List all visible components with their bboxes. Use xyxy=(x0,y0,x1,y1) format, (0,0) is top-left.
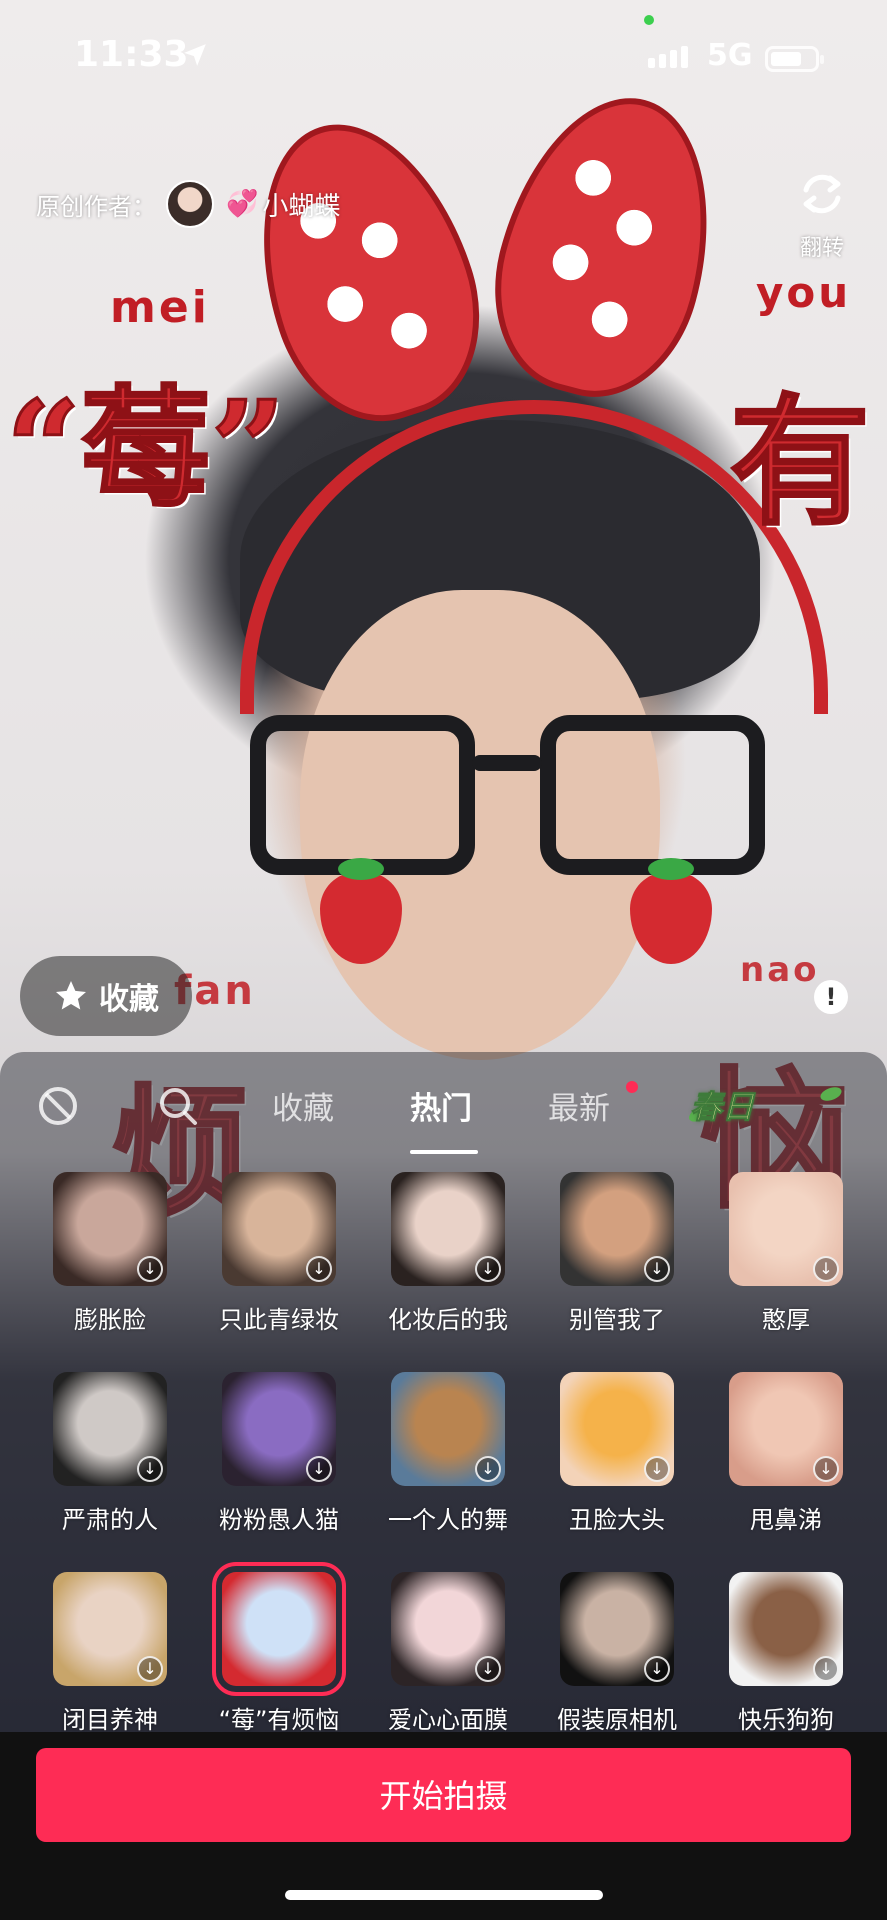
sticker-text-you: 有 xyxy=(728,380,871,547)
effect-item[interactable]: ↓ 丑脸大头 xyxy=(552,1372,682,1535)
glasses-shape xyxy=(250,715,780,885)
no-effect-icon[interactable] xyxy=(36,1084,80,1128)
effect-item[interactable]: ↓ 只此青绿妆 xyxy=(214,1172,344,1335)
avatar[interactable] xyxy=(166,180,214,228)
sticker-text-strawberry: “莓” xyxy=(5,371,288,527)
effect-thumbnail: ↓ xyxy=(391,1372,505,1486)
effect-thumbnail: ↓ xyxy=(560,1172,674,1286)
download-icon: ↓ xyxy=(306,1456,332,1482)
status-time: 11:33 xyxy=(74,34,189,75)
effect-thumbnail: ↓ xyxy=(53,1372,167,1486)
favorite-button[interactable]: 收藏 xyxy=(20,956,192,1036)
effect-thumbnail: ↓ xyxy=(53,1172,167,1286)
effect-name: 一个人的舞 xyxy=(388,1506,508,1534)
sticker-text-mei: mei xyxy=(110,282,210,333)
effect-name: 快乐狗狗 xyxy=(738,1706,834,1734)
download-icon: ↓ xyxy=(475,1656,501,1682)
effect-name: 别管我了 xyxy=(569,1306,665,1334)
tab-spring[interactable]: 春日 xyxy=(689,1082,754,1128)
effect-item[interactable]: ↓ 化妆后的我 xyxy=(383,1172,513,1335)
effect-item[interactable]: ↓ 假装原相机 xyxy=(552,1572,682,1735)
tab-favorites[interactable]: 收藏 xyxy=(272,1083,334,1128)
effect-item[interactable]: “莓”有烦恼 xyxy=(212,1562,346,1735)
effect-thumbnail: ↓ xyxy=(729,1572,843,1686)
flip-camera-label: 翻转 xyxy=(799,236,844,261)
home-indicator xyxy=(285,1890,603,1900)
effect-item[interactable]: ↓ 严肃的人 xyxy=(45,1372,175,1535)
download-icon: ↓ xyxy=(644,1456,670,1482)
effect-thumbnail: ↓ xyxy=(729,1172,843,1286)
effect-item[interactable]: ↓ 别管我了 xyxy=(552,1172,682,1335)
download-icon: ↓ xyxy=(813,1656,839,1682)
effect-thumbnail: ↓ xyxy=(391,1572,505,1686)
download-icon: ↓ xyxy=(644,1256,670,1282)
effect-thumbnail: ↓ xyxy=(560,1572,674,1686)
download-icon: ↓ xyxy=(475,1256,501,1282)
signal-icon xyxy=(648,46,688,68)
network-type: 5G xyxy=(707,38,753,73)
effect-item[interactable]: ↓ 一个人的舞 xyxy=(383,1372,513,1535)
effect-thumbnail: ↓ xyxy=(222,1172,336,1286)
search-icon[interactable] xyxy=(156,1084,200,1128)
sticker-text-nao-latin: nao xyxy=(740,950,820,990)
download-icon: ↓ xyxy=(137,1656,163,1682)
download-icon: ↓ xyxy=(137,1256,163,1282)
download-icon: ↓ xyxy=(813,1456,839,1482)
effect-thumbnail: ↓ xyxy=(53,1572,167,1686)
effect-name: 甩鼻涕 xyxy=(750,1506,822,1534)
effect-item[interactable]: ↓ 憨厚 xyxy=(721,1172,851,1335)
effect-name: 只此青绿妆 xyxy=(219,1306,339,1334)
battery-icon xyxy=(765,46,824,72)
favorite-label: 收藏 xyxy=(99,982,159,1017)
author-name[interactable]: 小蝴蝶 xyxy=(262,186,340,223)
effect-item[interactable]: ↓ 膨胀脸 xyxy=(45,1172,175,1335)
effect-name: 严肃的人 xyxy=(62,1506,158,1534)
camera-indicator-icon xyxy=(644,15,654,25)
effect-thumbnail: ↓ xyxy=(222,1372,336,1486)
effect-name: 爱心心面膜 xyxy=(388,1706,508,1734)
tab-newest[interactable]: 最新 xyxy=(548,1083,610,1128)
tab-hot-underline xyxy=(410,1150,478,1154)
download-icon: ↓ xyxy=(306,1256,332,1282)
sticker-text-you-latin: you xyxy=(756,268,852,317)
star-icon xyxy=(56,981,86,1010)
effect-name: 膨胀脸 xyxy=(74,1306,146,1334)
effect-thumbnail: ↓ xyxy=(391,1172,505,1286)
info-icon[interactable]: ! xyxy=(814,980,848,1014)
status-bar: 11:33 5G xyxy=(0,0,887,100)
effect-name: 丑脸大头 xyxy=(569,1506,665,1534)
start-recording-button[interactable]: 开始拍摄 xyxy=(36,1748,851,1842)
heart-icon: 💞 xyxy=(226,189,259,219)
author-label: 原创作者： xyxy=(36,192,156,221)
new-badge-dot xyxy=(626,1081,638,1093)
original-author[interactable]: 原创作者： 💞 小蝴蝶 xyxy=(36,180,340,228)
effect-item[interactable]: ↓ 爱心心面膜 xyxy=(383,1572,513,1735)
effect-name: “莓”有烦恼 xyxy=(218,1706,340,1734)
download-icon: ↓ xyxy=(137,1456,163,1482)
effect-thumbnail: ↓ xyxy=(729,1372,843,1486)
effect-thumbnail: ↓ xyxy=(560,1372,674,1486)
effect-name: 憨厚 xyxy=(762,1306,810,1334)
download-icon: ↓ xyxy=(813,1256,839,1282)
effect-thumbnail xyxy=(212,1562,346,1696)
tab-hot[interactable]: 热门 xyxy=(410,1083,472,1128)
flip-camera-icon xyxy=(803,174,841,214)
effect-name: 化妆后的我 xyxy=(388,1306,508,1334)
flip-camera-button[interactable]: 翻转 xyxy=(790,166,854,262)
effect-item[interactable]: ↓ 快乐狗狗 xyxy=(721,1572,851,1735)
download-icon: ↓ xyxy=(644,1656,670,1682)
effect-item[interactable]: ↓ 闭目养神 xyxy=(45,1572,175,1735)
effect-item[interactable]: ↓ 甩鼻涕 xyxy=(721,1372,851,1535)
effect-name: 闭目养神 xyxy=(62,1706,158,1734)
location-arrow-icon xyxy=(184,44,206,66)
effect-name: 粉粉愚人猫 xyxy=(219,1506,339,1534)
effect-name: 假装原相机 xyxy=(557,1706,677,1734)
effect-item[interactable]: ↓ 粉粉愚人猫 xyxy=(214,1372,344,1535)
download-icon: ↓ xyxy=(475,1456,501,1482)
